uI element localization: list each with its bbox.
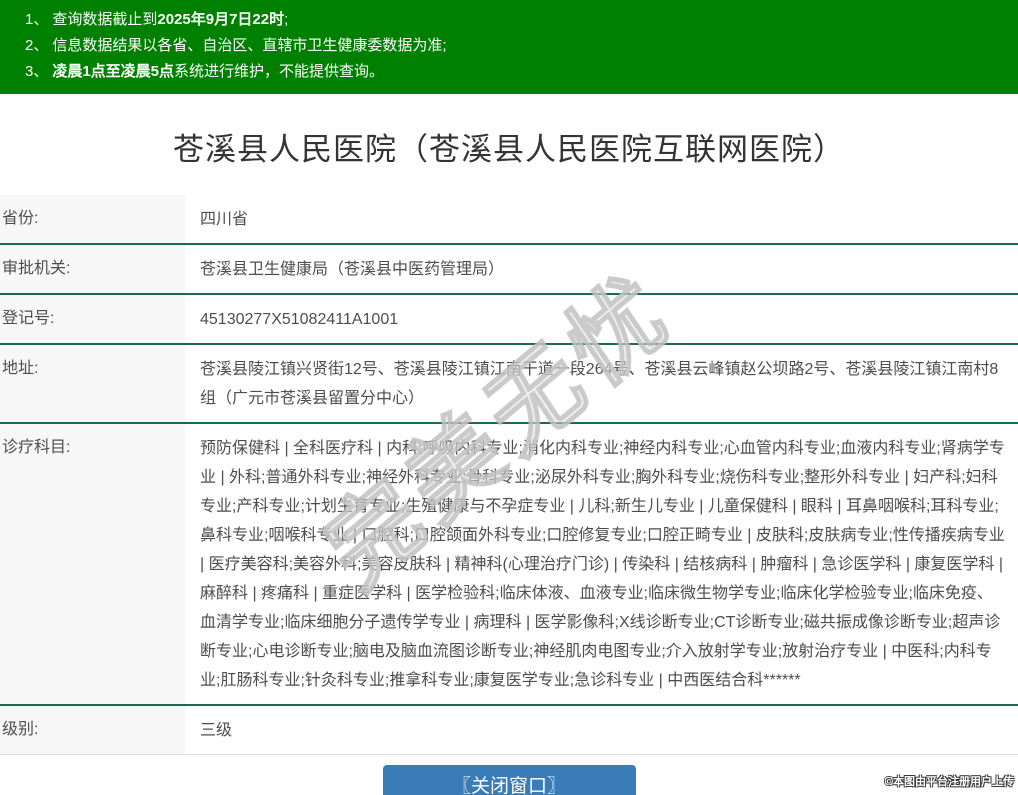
row-label: 省份: (0, 195, 185, 243)
notice-number: 1、 (25, 11, 48, 28)
table-row-province: 省份: 四川省 (0, 195, 1018, 245)
hospital-title: 苍溪县人民医院（苍溪县人民医院互联网医院） (0, 94, 1018, 195)
hospital-info-table: 省份: 四川省 审批机关: 苍溪县卫生健康局（苍溪县中医药管理局） 登记号: 4… (0, 195, 1018, 755)
notice-number: 2、 (25, 37, 48, 54)
notice-text-bold: 凌晨1点至凌晨5点 (52, 63, 174, 80)
query-result-page: 1、查询数据截止到2025年9月7日22时; 2、信息数据结果以各省、自治区、直… (0, 0, 1018, 795)
notice-text: 查询数据截止到 (52, 11, 157, 28)
row-label: 登记号: (0, 295, 185, 343)
image-credit-text: ©本图由平台注册用户上传 (885, 773, 1014, 789)
notice-line-1: 1、查询数据截止到2025年9月7日22时; (25, 7, 1008, 33)
row-label: 诊疗科目: (0, 424, 185, 704)
row-value: 苍溪县陵江镇兴贤街12号、苍溪县陵江镇江南干道一段264号、苍溪县云峰镇赵公坝路… (185, 345, 1018, 422)
notice-text: 信息数据结果以各省、自治区、直辖市卫生健康委数据为准; (52, 37, 446, 54)
row-value: 四川省 (185, 195, 1018, 243)
row-value: 45130277X51082411A1001 (185, 295, 1018, 343)
notice-text-bold: 2025年9月7日22时 (157, 11, 284, 28)
row-label: 级别: (0, 706, 185, 754)
row-label: 审批机关: (0, 245, 185, 293)
notice-line-3: 3、凌晨1点至凌晨5点系统进行维护，不能提供查询。 (25, 59, 1008, 85)
table-row-level: 级别: 三级 (0, 706, 1018, 755)
notice-number: 3、 (25, 63, 48, 80)
notice-text: ; (284, 11, 288, 28)
row-value: 预防保健科 | 全科医疗科 | 内科;呼吸内科专业;消化内科专业;神经内科专业;… (185, 424, 1018, 704)
row-value: 三级 (185, 706, 1018, 754)
table-row-address: 地址: 苍溪县陵江镇兴贤街12号、苍溪县陵江镇江南干道一段264号、苍溪县云峰镇… (0, 345, 1018, 424)
table-row-approval-authority: 审批机关: 苍溪县卫生健康局（苍溪县中医药管理局） (0, 245, 1018, 295)
close-window-button[interactable]: 〖关闭窗口〗 (383, 765, 636, 795)
button-area: 〖关闭窗口〗 (0, 765, 1018, 795)
notice-line-2: 2、信息数据结果以各省、自治区、直辖市卫生健康委数据为准; (25, 33, 1008, 59)
row-value: 苍溪县卫生健康局（苍溪县中医药管理局） (185, 245, 1018, 293)
table-row-medical-departments: 诊疗科目: 预防保健科 | 全科医疗科 | 内科;呼吸内科专业;消化内科专业;神… (0, 424, 1018, 706)
notice-banner: 1、查询数据截止到2025年9月7日22时; 2、信息数据结果以各省、自治区、直… (0, 0, 1018, 94)
table-row-registration-number: 登记号: 45130277X51082411A1001 (0, 295, 1018, 345)
notice-text: 系统进行维护，不能提供查询。 (174, 63, 384, 80)
row-label: 地址: (0, 345, 185, 422)
